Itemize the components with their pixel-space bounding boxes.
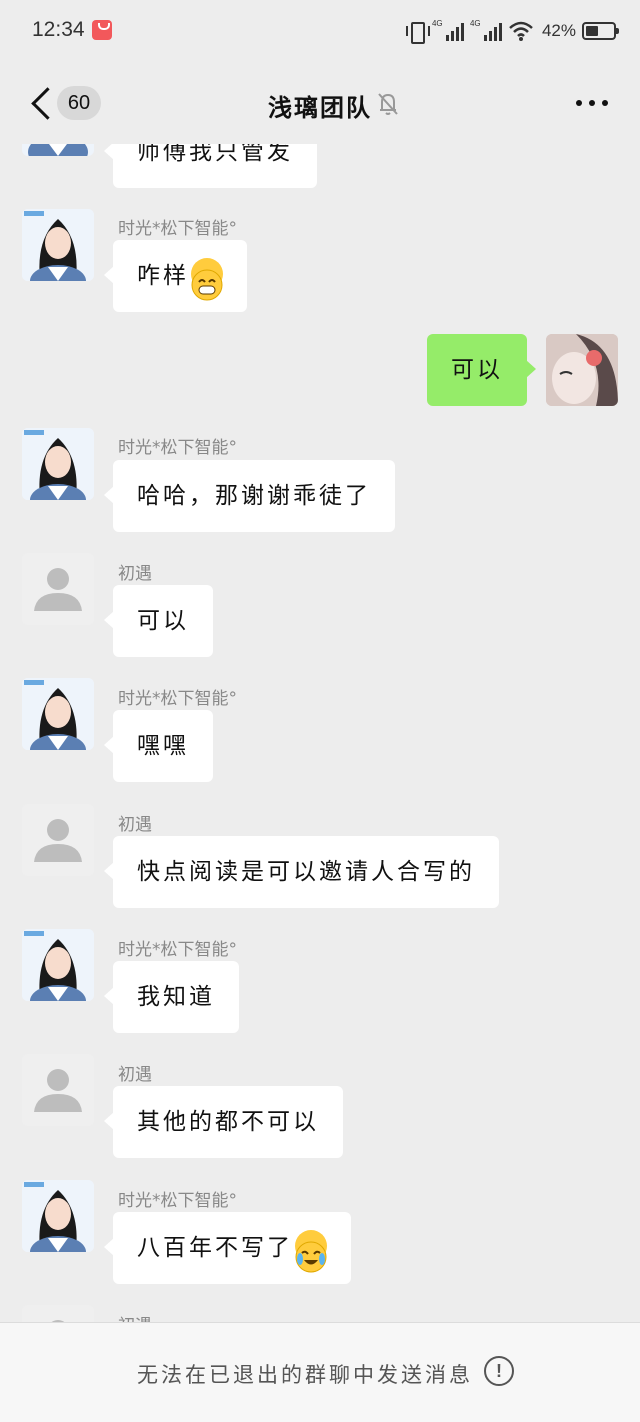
- message-bubble[interactable]: 嘿嘿: [104, 710, 213, 782]
- message-bubble[interactable]: 八百年不写了: [104, 1212, 351, 1284]
- signal-label: 4G: [469, 19, 481, 28]
- sender-name: 初遇: [118, 815, 152, 835]
- avatar[interactable]: [22, 804, 94, 876]
- sender-name: 时光*松下智能°: [118, 1191, 237, 1211]
- info-icon[interactable]: !: [484, 1356, 514, 1386]
- sender-name: 时光*松下智能°: [118, 689, 237, 709]
- chat-title: 浅璃团队: [268, 94, 372, 122]
- message-bubble[interactable]: 师傅我只管发: [104, 144, 317, 188]
- message-bubble[interactable]: 其他的都不可以: [104, 1086, 343, 1158]
- signal-icon: 4G: [469, 19, 502, 41]
- sender-name: 时光*松下智能°: [118, 940, 237, 960]
- status-bar: 12:34 4G 4G 42%: [0, 0, 640, 64]
- sender-name: 时光*松下智能°: [118, 438, 237, 458]
- exited-group-notice: 无法在已退出的群聊中发送消息: [137, 1363, 473, 1387]
- avatar[interactable]: [22, 144, 94, 156]
- message-bubble[interactable]: 可以: [104, 585, 213, 657]
- avatar[interactable]: [22, 929, 94, 1001]
- avatar[interactable]: [22, 428, 94, 500]
- message-bubble[interactable]: 可以: [427, 334, 536, 406]
- wifi-icon: [509, 21, 533, 41]
- sender-name: 初遇: [118, 564, 152, 584]
- avatar[interactable]: [546, 334, 618, 406]
- signal-label: 4G: [431, 19, 443, 28]
- shopping-bag-icon: [92, 20, 112, 40]
- message-list[interactable]: 师傅我只管发 时光*松下智能° 咋样 可以 时光*松下智能° 哈哈，那谢谢乖徒了…: [0, 144, 640, 1322]
- chat-header: 60 浅璃团队: [0, 64, 640, 144]
- avatar[interactable]: [22, 678, 94, 750]
- avatar[interactable]: [22, 553, 94, 625]
- sender-name: 时光*松下智能°: [118, 219, 237, 239]
- avatar[interactable]: [22, 1305, 94, 1322]
- message-text: 咋样: [137, 263, 189, 289]
- vibrate-icon: [405, 20, 430, 44]
- message-bubble[interactable]: 咋样: [104, 240, 247, 312]
- grinning-face-icon: [191, 257, 223, 300]
- avatar[interactable]: [22, 1054, 94, 1126]
- sender-name: 初遇: [118, 1065, 152, 1085]
- message-bubble[interactable]: 我知道: [104, 961, 239, 1033]
- status-time: 12:34: [32, 18, 85, 41]
- sender-name: 初遇: [118, 1311, 152, 1322]
- message-bubble[interactable]: 哈哈，那谢谢乖徒了: [104, 460, 395, 532]
- battery-percent: 42%: [541, 21, 576, 40]
- avatar[interactable]: [22, 209, 94, 281]
- avatar[interactable]: [22, 1180, 94, 1252]
- message-text: 八百年不写了: [137, 1235, 293, 1261]
- chat-footer: 无法在已退出的群聊中发送消息 !: [0, 1322, 640, 1422]
- more-options-icon[interactable]: [576, 100, 608, 106]
- status-indicators: 4G 4G 42%: [405, 16, 619, 46]
- crying-laughing-face-icon: [295, 1229, 327, 1272]
- signal-icon: 4G: [431, 19, 464, 41]
- battery-icon: [582, 22, 619, 40]
- mute-bell-icon: [378, 93, 398, 115]
- message-bubble[interactable]: 快点阅读是可以邀请人合写的: [104, 836, 499, 908]
